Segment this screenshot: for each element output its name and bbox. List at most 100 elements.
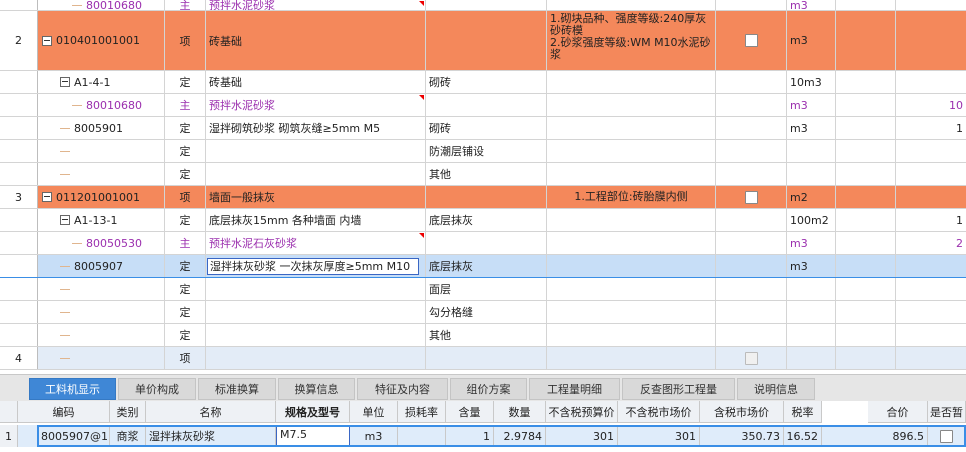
quantity-expr-cell[interactable] (836, 71, 896, 93)
column-header-3[interactable]: 规格及型号 (276, 401, 350, 423)
table-row[interactable]: 80050530 主 预拌水泥石灰砂浆 m3 2 (0, 232, 966, 255)
resource-code-cell[interactable]: 8005907@1 (38, 425, 110, 447)
unit-cell[interactable]: m3 (787, 0, 836, 10)
column-header-12[interactable]: 合价 (868, 401, 928, 423)
work-content-cell[interactable]: 勾分格缝 (426, 301, 547, 323)
resource-price1-cell[interactable]: 301 (546, 425, 618, 447)
checkbox-cell[interactable] (716, 117, 787, 139)
tab-3[interactable]: 换算信息 (278, 378, 355, 400)
quantity-cell[interactable]: 10 (896, 94, 966, 116)
column-header-6[interactable]: 含量 (446, 401, 494, 423)
collapse-icon[interactable] (60, 77, 70, 87)
feature-cell[interactable] (547, 347, 716, 369)
code-cell[interactable]: A1-13-1 (38, 209, 165, 231)
work-content-cell[interactable]: 面层 (426, 278, 547, 300)
column-header-0[interactable]: 编码 (18, 401, 110, 423)
table-row[interactable]: 定 其他 (0, 324, 966, 347)
table-row[interactable]: 8005907 定 湿拌抹灰砂浆 一次抹灰厚度≥5mm M10 底层抹灰 m3 (0, 255, 966, 278)
quantity-cell[interactable] (896, 11, 966, 70)
name-cell[interactable] (206, 347, 426, 369)
resource-qty-cell[interactable]: 2.9784 (494, 425, 546, 447)
quantity-cell[interactable] (896, 278, 966, 300)
code-cell[interactable]: 80010680 (38, 0, 165, 10)
unit-cell[interactable]: m3 (787, 11, 836, 70)
name-cell[interactable] (206, 324, 426, 346)
collapse-icon[interactable] (42, 192, 52, 202)
work-content-cell[interactable]: 砌砖 (426, 71, 547, 93)
checkbox-cell[interactable] (716, 0, 787, 10)
name-cell[interactable]: 预拌水泥砂浆 (206, 94, 426, 116)
code-cell[interactable]: A1-4-1 (38, 71, 165, 93)
resource-name-cell[interactable]: 湿拌抹灰砂浆 (146, 425, 276, 447)
collapse-icon[interactable] (60, 215, 70, 225)
checkbox-cell[interactable] (716, 301, 787, 323)
list-item-row[interactable]: 2 010401001001 项 砖基础 1.砌块品种、强度等级:240厚灰砂砖模 2.砂… (0, 11, 966, 71)
feature-cell[interactable] (547, 232, 716, 254)
quantity-expr-cell[interactable] (836, 0, 896, 10)
unit-cell[interactable] (787, 140, 836, 162)
column-header-2[interactable]: 名称 (146, 401, 276, 423)
feature-cell[interactable] (547, 0, 716, 10)
column-header-13[interactable]: 是否暂 (928, 401, 966, 423)
quantity-cell[interactable]: 1 (896, 209, 966, 231)
checkbox-cell[interactable] (716, 71, 787, 93)
column-header-1[interactable]: 类别 (110, 401, 146, 423)
resource-price2-cell[interactable]: 301 (618, 425, 700, 447)
resource-spec-cell[interactable]: M7.5 (276, 425, 350, 447)
quantity-cell[interactable] (896, 324, 966, 346)
code-cell[interactable]: 80010680 (38, 94, 165, 116)
work-content-cell[interactable]: 底层抹灰 (426, 255, 547, 277)
unit-cell[interactable] (787, 301, 836, 323)
unit-cell[interactable] (787, 347, 836, 369)
quantity-expr-cell[interactable] (836, 209, 896, 231)
tab-6[interactable]: 工程量明细 (529, 378, 620, 400)
work-content-cell[interactable]: 砌砖 (426, 117, 547, 139)
code-cell[interactable]: 011201001001 (38, 186, 165, 208)
feature-cell[interactable] (547, 255, 716, 277)
collapse-icon[interactable] (42, 35, 52, 46)
quantity-expr-cell[interactable] (836, 278, 896, 300)
code-cell[interactable]: 010401001001 (38, 11, 165, 70)
checkbox-cell[interactable] (716, 209, 787, 231)
resource-type-cell[interactable]: 商浆 (110, 425, 146, 447)
work-content-cell[interactable] (426, 232, 547, 254)
quantity-expr-cell[interactable] (836, 324, 896, 346)
feature-cell[interactable]: 1.砌块品种、强度等级:240厚灰砂砖模 2.砂浆强度等级:WM M10水泥砂浆 (547, 11, 716, 70)
checkbox-cell[interactable] (716, 255, 787, 277)
tab-7[interactable]: 反查图形工程量 (622, 378, 735, 400)
name-cell[interactable]: 预拌水泥石灰砂浆 (206, 232, 426, 254)
table-row[interactable]: 4项 (0, 347, 966, 370)
feature-cell[interactable] (547, 163, 716, 185)
unit-cell[interactable] (787, 324, 836, 346)
quantity-cell[interactable] (896, 71, 966, 93)
provisional-checkbox[interactable] (940, 429, 953, 443)
name-cell[interactable]: 湿拌抹灰砂浆 一次抹灰厚度≥5mm M10 (206, 255, 426, 277)
unit-cell[interactable]: m3 (787, 255, 836, 277)
checkbox-cell[interactable] (716, 347, 787, 369)
code-cell[interactable] (38, 163, 165, 185)
quantity-cell[interactable] (896, 255, 966, 277)
unit-cell[interactable]: 100m2 (787, 209, 836, 231)
work-content-cell[interactable] (426, 347, 547, 369)
tab-0[interactable]: 工料机显示 (29, 378, 116, 400)
name-cell[interactable]: 湿拌砌筑砂浆 砌筑灰缝≥5mm M5 (206, 117, 426, 139)
name-cell[interactable] (206, 140, 426, 162)
checkbox-cell[interactable] (716, 232, 787, 254)
quantity-cell[interactable] (896, 347, 966, 369)
unit-cell[interactable] (787, 278, 836, 300)
quantity-cell[interactable] (896, 163, 966, 185)
column-header-9[interactable]: 不含税市场价 (618, 401, 700, 423)
feature-cell[interactable] (547, 94, 716, 116)
feature-cell[interactable] (547, 324, 716, 346)
work-content-cell[interactable]: 其他 (426, 324, 547, 346)
table-row[interactable]: A1-4-1 定 砖基础 砌砖 10m3 (0, 71, 966, 94)
feature-cell[interactable]: 1.工程部位:砖胎膜内侧 (547, 186, 716, 208)
table-row[interactable]: 8005901 定 湿拌砌筑砂浆 砌筑灰缝≥5mm M5 砌砖 m3 1 (0, 117, 966, 140)
resource-unit-cell[interactable]: m3 (350, 425, 398, 447)
table-row[interactable]: 定 其他 (0, 163, 966, 186)
quantity-cell[interactable] (896, 0, 966, 10)
code-cell[interactable] (38, 278, 165, 300)
code-cell[interactable] (38, 301, 165, 323)
checkbox-cell[interactable] (716, 11, 787, 70)
quantity-cell[interactable] (896, 140, 966, 162)
